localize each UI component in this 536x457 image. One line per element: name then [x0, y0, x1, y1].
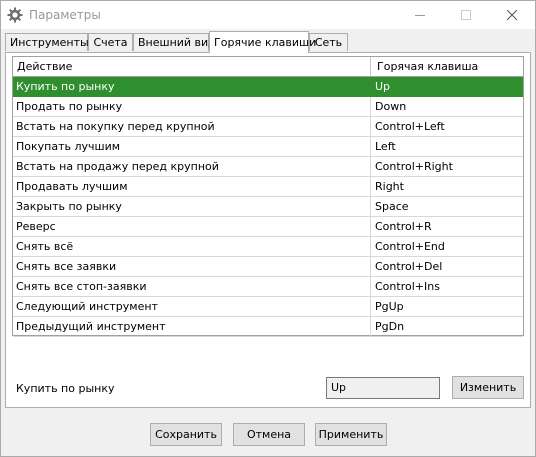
minimize-icon	[415, 15, 425, 16]
settings-window: Параметры Инструменты Счета Внешний вид …	[0, 0, 536, 457]
change-button[interactable]: Изменить	[452, 376, 524, 399]
tab-accounts[interactable]: Счета	[88, 33, 133, 51]
table-row[interactable]: Встать на продажу перед крупной Control+R…	[13, 157, 523, 177]
table-row[interactable]: Снять всё Control+End	[13, 237, 523, 257]
save-button[interactable]: Сохранить	[150, 423, 222, 446]
tab-appearance[interactable]: Внешний вид	[133, 33, 216, 51]
action-cell: Покупать лучшим	[13, 137, 371, 157]
maximize-button[interactable]	[443, 1, 489, 29]
action-cell: Продать по рынку	[13, 97, 371, 117]
hotkey-cell: Control+End	[371, 237, 523, 257]
table-row[interactable]: Следующий инструмент PgUp	[13, 297, 523, 317]
title-bar: Параметры	[1, 1, 535, 29]
gear-icon	[7, 7, 23, 23]
action-cell: Снять все заявки	[13, 257, 371, 277]
action-cell: Следующий инструмент	[13, 297, 371, 317]
hotkey-cell: Space	[371, 197, 523, 217]
table-body: Купить по рынку Up Продать по рынку Down В…	[13, 77, 523, 337]
hotkeys-table[interactable]: Действие Горячая клавиша Купить по рынку…	[12, 56, 524, 337]
hotkey-cell: Control+Right	[371, 157, 523, 177]
minimize-button[interactable]	[397, 1, 443, 29]
action-cell: Снять все стоп-заявки	[13, 277, 371, 297]
table-row[interactable]: Реверс Control+R	[13, 217, 523, 237]
maximize-icon	[461, 10, 471, 20]
table-row[interactable]: Продать по рынку Down	[13, 97, 523, 117]
table-row[interactable]: Купить по рынку Up	[13, 77, 523, 97]
table-row[interactable]: Снять все стоп-заявки Control+Ins	[13, 277, 523, 297]
hotkey-cell: Control+Ins	[371, 277, 523, 297]
table-row[interactable]: Снять все заявки Control+Del	[13, 257, 523, 277]
cancel-button[interactable]: Отмена	[233, 423, 305, 446]
hotkey-cell: PgUp	[371, 297, 523, 317]
table-row[interactable]: Продавать лучшим Right	[13, 177, 523, 197]
close-button[interactable]	[489, 1, 535, 29]
hotkey-cell: PgDn	[371, 317, 523, 337]
hotkeys-panel: Действие Горячая клавиша Купить по рынку…	[5, 52, 531, 408]
action-cell: Снять всё	[13, 237, 371, 257]
column-header-hotkey[interactable]: Горячая клавиша	[371, 57, 523, 76]
hotkey-cell: Up	[371, 77, 523, 97]
tab-instruments[interactable]: Инструменты	[5, 33, 89, 51]
hotkey-input[interactable]: Up	[326, 377, 440, 399]
action-cell: Купить по рынку	[13, 77, 371, 97]
action-cell: Закрыть по рынку	[13, 197, 371, 217]
apply-button[interactable]: Применить	[315, 423, 387, 446]
column-header-action[interactable]: Действие	[13, 57, 371, 76]
window-title: Параметры	[29, 8, 101, 22]
hotkey-cell: Control+Del	[371, 257, 523, 277]
action-cell: Встать на продажу перед крупной	[13, 157, 371, 177]
action-cell: Продавать лучшим	[13, 177, 371, 197]
hotkey-cell: Right	[371, 177, 523, 197]
hotkey-cell: Control+R	[371, 217, 523, 237]
hotkey-cell: Left	[371, 137, 523, 157]
action-cell: Реверс	[13, 217, 371, 237]
table-row[interactable]: Покупать лучшим Left	[13, 137, 523, 157]
table-row[interactable]: Закрыть по рынку Space	[13, 197, 523, 217]
table-header: Действие Горячая клавиша	[13, 57, 523, 77]
selected-action-label: Купить по рынку	[16, 382, 115, 395]
table-row[interactable]: Предыдущий инструмент PgDn	[13, 317, 523, 337]
tab-hotkeys[interactable]: Горячие клавиши	[209, 31, 316, 53]
action-cell: Предыдущий инструмент	[13, 317, 371, 337]
hotkey-cell: Down	[371, 97, 523, 117]
action-cell: Встать на покупку перед крупной	[13, 117, 371, 137]
hotkey-cell: Control+Left	[371, 117, 523, 137]
table-row[interactable]: Встать на покупку перед крупной Control+L…	[13, 117, 523, 137]
close-icon	[507, 10, 517, 20]
